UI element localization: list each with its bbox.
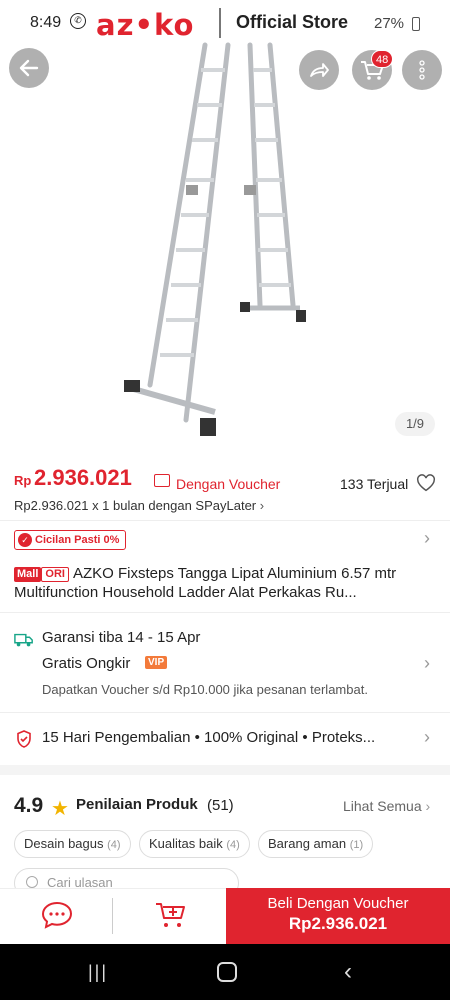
rating-score: 4.9	[14, 794, 44, 817]
installment-text: Rp2.936.021 x 1 bulan dengan SPayLater	[14, 498, 257, 513]
rating-label: Penilaian Produk	[76, 796, 198, 813]
chip-label: Kualitas baik	[149, 836, 223, 851]
brand-logo: az•ko	[96, 8, 195, 42]
product-title: Mall ORI AZKO Fixsteps Tangga Lipat Alumin…	[14, 564, 429, 602]
chip-label: Desain bagus	[24, 836, 104, 851]
divider	[0, 712, 450, 713]
price-currency: Rp	[14, 473, 32, 488]
chip-label: Barang aman	[268, 836, 347, 851]
recent-apps-icon[interactable]: |||	[88, 962, 108, 983]
mall-badge: Mall	[14, 567, 42, 582]
see-all-label: Lihat Semua	[343, 798, 422, 814]
chevron-right-icon: ›	[425, 798, 431, 814]
late-voucher-note: Dapatkan Voucher s/d Rp10.000 jika pesan…	[42, 682, 368, 697]
sold-count: 133 Terjual	[340, 476, 409, 492]
cicilan-badge: ✓ Cicilan Pasti 0%	[14, 530, 127, 550]
voucher-icon	[154, 474, 170, 487]
rating-count: (51)	[207, 797, 234, 814]
product-image[interactable]	[110, 40, 340, 450]
star-icon: ★	[51, 798, 69, 820]
guarantees-row[interactable]: 15 Hari Pengembalian • 100% Original • P…	[42, 729, 422, 746]
ori-badge: ORI	[41, 567, 69, 582]
chevron-right-icon[interactable]: ›	[424, 653, 430, 674]
back-button[interactable]	[9, 48, 49, 88]
buy-label: Beli Dengan Voucher	[267, 895, 409, 912]
chat-icon[interactable]	[40, 900, 74, 930]
heart-icon[interactable]	[416, 474, 436, 492]
review-chip[interactable]: Kualitas baik (4)	[139, 830, 250, 858]
battery-level: 27%	[374, 15, 405, 32]
share-button[interactable]	[299, 50, 339, 90]
status-time: 8:49	[30, 14, 62, 31]
whatsapp-icon: ✆	[70, 13, 86, 29]
vip-badge: VIP	[145, 656, 168, 669]
shield-icon	[17, 730, 31, 748]
check-icon: ✓	[18, 533, 32, 547]
installment-link[interactable]: Rp2.936.021 x 1 bulan dengan SPayLater ›	[14, 498, 264, 513]
chevron-right-icon[interactable]: ›	[424, 528, 430, 549]
more-options-button[interactable]	[402, 50, 442, 90]
buy-with-voucher-button[interactable]: Beli Dengan Voucher Rp2.936.021	[226, 888, 450, 944]
chevron-right-icon: ›	[259, 498, 265, 513]
divider	[0, 612, 450, 613]
review-chip[interactable]: Desain bagus (4)	[14, 830, 131, 858]
product-title-text: AZKO Fixsteps Tangga Lipat Aluminium 6.5…	[14, 565, 397, 601]
chip-count: (1)	[349, 839, 364, 851]
see-all-link[interactable]: Lihat Semua ›	[343, 798, 430, 814]
truck-icon	[14, 633, 33, 647]
header-divider	[219, 8, 221, 38]
review-chip[interactable]: Barang aman (1)	[258, 830, 374, 858]
chip-count: (4)	[107, 839, 121, 851]
search-icon	[26, 876, 38, 888]
cicilan-label: Cicilan Pasti 0%	[35, 534, 120, 546]
home-icon[interactable]	[217, 962, 237, 982]
back-nav-icon[interactable]: ‹	[344, 958, 352, 986]
share-arrow-icon	[310, 63, 329, 77]
buy-price: Rp2.936.021	[288, 914, 388, 933]
delivery-guarantee: Garansi tiba 14 - 15 Apr	[42, 629, 201, 646]
add-to-cart-icon[interactable]	[154, 900, 188, 930]
official-store-label: Official Store	[236, 12, 349, 32]
arrow-left-icon	[19, 59, 39, 77]
free-shipping-label: Gratis Ongkir	[42, 655, 131, 672]
battery-icon	[412, 17, 420, 31]
bar-divider	[112, 898, 113, 934]
price-amount: 2.936.021	[34, 465, 132, 490]
divider	[0, 520, 450, 521]
chevron-right-icon[interactable]: ›	[424, 727, 430, 748]
cart-count-badge: 48	[371, 50, 394, 68]
more-vertical-icon	[419, 60, 425, 80]
voucher-label[interactable]: Dengan Voucher	[176, 476, 280, 492]
section-divider	[0, 765, 450, 775]
chip-count: (4)	[226, 839, 240, 851]
image-counter: 1/9	[395, 412, 435, 436]
